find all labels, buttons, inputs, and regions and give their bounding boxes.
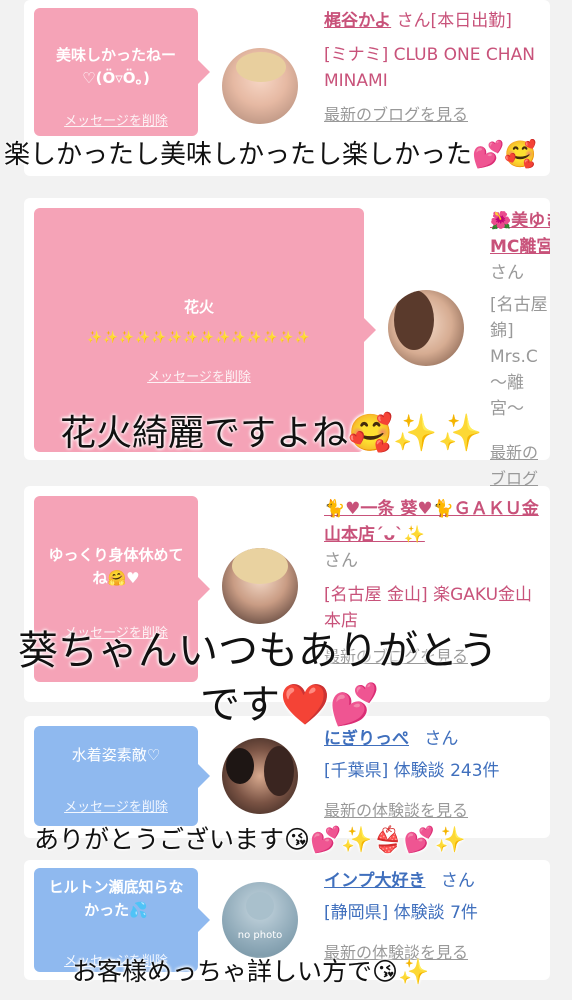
shop-name[interactable]: [名古屋 錦] Mrs.C 〜離宮〜 <box>490 292 550 422</box>
honorific: さん[本日出勤] <box>396 11 512 31</box>
message-sparkles: ✨✨✨✨✨✨✨✨✨✨✨✨✨✨ <box>87 330 311 344</box>
user-name-link[interactable]: 🌺美ゆき <box>490 208 550 234</box>
message-text: 花火 <box>183 298 214 316</box>
caption-overlay: です❤️💕 <box>200 682 380 728</box>
caption-overlay: 楽しかったし美味しかったし楽しかった💕🥰 <box>4 140 537 170</box>
message-text: 美味しかったねー♡(Ö▿Ö。) <box>55 46 176 87</box>
avatar[interactable] <box>388 290 464 366</box>
shop-name[interactable]: [ミナミ] CLUB ONE CHAN MINAMI <box>324 42 544 94</box>
honorific: さん <box>440 871 475 891</box>
message-text: ヒルトン瀬底知らなかった💦 <box>48 878 184 919</box>
caption-overlay: ありがとうございます😘💕✨👙💕✨ <box>34 825 466 854</box>
shop-name[interactable]: [千葉県] 体験談 243件 <box>324 758 544 784</box>
delete-message-link[interactable]: メッセージを削除 <box>34 110 198 129</box>
user-info: 梶谷かよ さん[本日出勤] [ミナミ] CLUB ONE CHAN MINAMI… <box>324 8 544 128</box>
message-bubble: 美味しかったねー♡(Ö▿Ö。) メッセージを削除 <box>34 8 210 136</box>
honorific: さん <box>490 263 524 283</box>
message-bubble: 水着姿素敵♡ メッセージを削除 <box>34 726 210 826</box>
avatar[interactable] <box>222 48 298 124</box>
caption-overlay: 花火綺麗ですよね🥰✨✨ <box>60 413 483 454</box>
honorific: さん <box>324 551 358 571</box>
user-name-link[interactable]: インプ大好き <box>324 871 426 891</box>
delete-message-link[interactable]: メッセージを削除 <box>34 796 198 815</box>
caption-overlay: お客様めっちゃ詳しい方で😘✨ <box>72 957 430 986</box>
avatar[interactable] <box>222 548 298 624</box>
user-name-link[interactable]: 梶谷かよ <box>324 11 391 31</box>
honorific: さん <box>424 729 459 749</box>
message-text: 水着姿素敵♡ <box>71 746 161 764</box>
user-name-link[interactable]: MC離宮🌺 <box>490 234 550 260</box>
avatar-placeholder[interactable]: no photo <box>222 882 298 958</box>
latest-blog-link[interactable]: 最新のブログを見る <box>324 102 544 128</box>
message-text: ゆっくり身体休めてね🤗♥ <box>48 546 184 587</box>
user-info: 🌺美ゆき MC離宮🌺 さん [名古屋 錦] Mrs.C 〜離宮〜 最新のブログを… <box>490 208 550 518</box>
avatar[interactable] <box>222 738 298 814</box>
delete-message-link[interactable]: メッセージを削除 <box>34 366 364 385</box>
shop-name[interactable]: [静岡県] 体験談 7件 <box>324 900 544 926</box>
user-info: にぎりっぺ さん [千葉県] 体験談 243件 最新の体験談を見る <box>324 726 544 824</box>
no-photo-label: no photo <box>237 930 283 941</box>
user-name-link[interactable]: にぎりっぺ <box>324 729 409 749</box>
user-name-link[interactable]: 🐈♥一条 葵♥🐈ＧＡＫＵ金山本店´ᴗ`✨ <box>324 496 544 548</box>
caption-overlay: 葵ちゃんいつもありがとう <box>18 628 498 674</box>
